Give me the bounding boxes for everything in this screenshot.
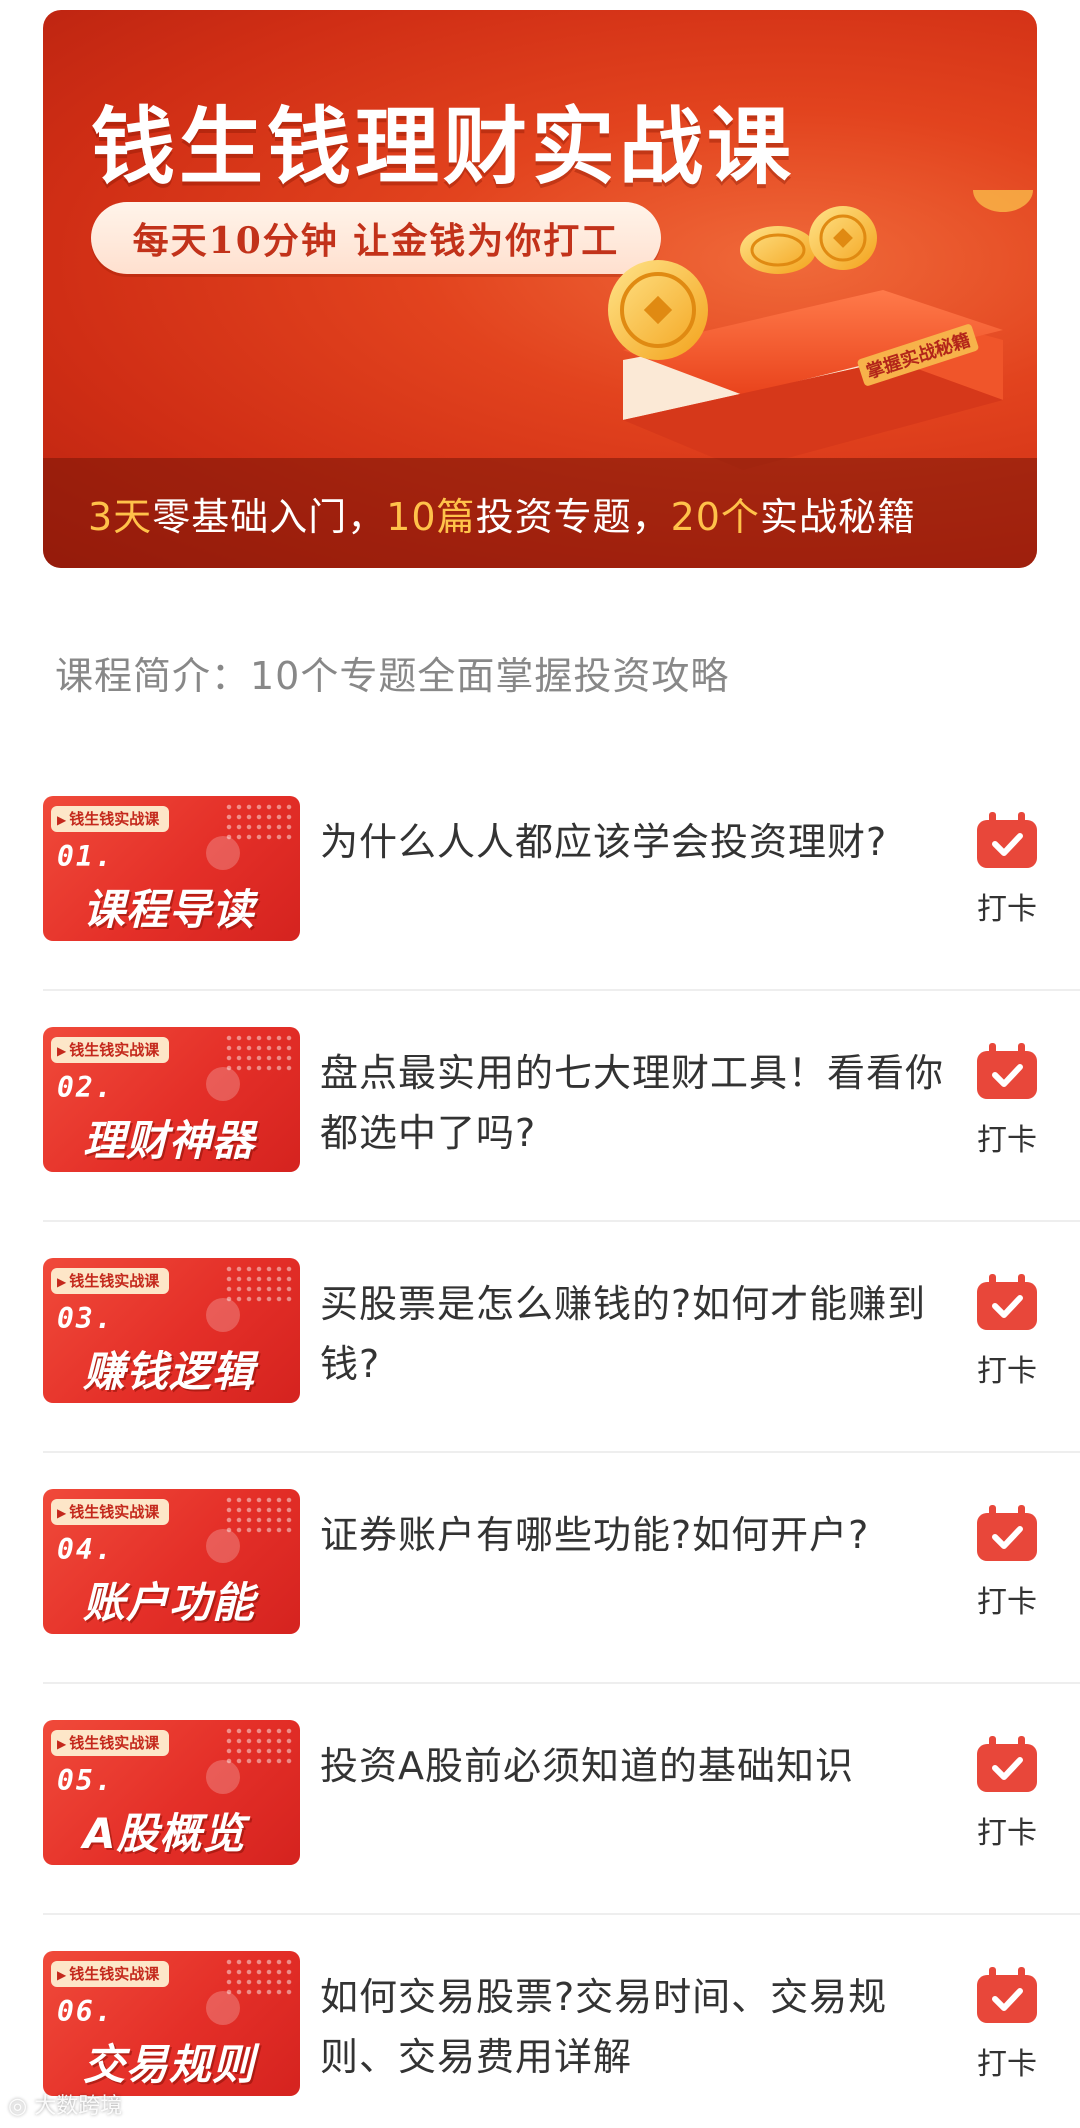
checkin-button[interactable]: 打卡 — [969, 1967, 1045, 2083]
lesson-title[interactable]: 如何交易股票?交易时间、交易规则、交易费用详解 — [320, 1967, 960, 2087]
checkin-label: 打卡 — [977, 1354, 1037, 1389]
lesson-tag: ▶ 钱生钱实战课 — [51, 1961, 170, 1987]
lesson-list: ▶ 钱生钱实战课 01. 课程导读 为什么人人都应该学会投资理财? 打卡 ▶ 钱生钱… — [43, 760, 1080, 2128]
lesson-thumb-title: 交易规则 — [83, 2040, 256, 2089]
calendar-check-icon — [977, 812, 1037, 868]
lesson-thumb-title: 理财神器 — [83, 1116, 256, 1165]
watermark: ◎ 大数跨境 — [8, 2094, 123, 2119]
play-icon: ▶ — [57, 1737, 67, 1751]
lesson-tag: ▶ 钱生钱实战课 — [51, 1037, 170, 1063]
calendar-check-icon — [977, 1043, 1037, 1099]
lesson-item[interactable]: ▶ 钱生钱实战课 02. 理财神器 盘点最实用的七大理财工具！看看你都选中了吗? … — [43, 991, 1080, 1222]
lesson-thumbnail[interactable]: ▶ 钱生钱实战课 05. A股概览 — [43, 1720, 300, 1865]
play-icon: ▶ — [57, 1044, 67, 1058]
lesson-thumbnail[interactable]: ▶ 钱生钱实战课 02. 理财神器 — [43, 1027, 300, 1172]
lesson-number: 05. — [57, 1764, 114, 1797]
course-banner[interactable]: 钱生钱理财实战课 每天10分钟 让金钱为你打工 掌握实战秘籍 3天 零基础入门，… — [43, 10, 1037, 568]
lesson-tag: ▶ 钱生钱实战课 — [51, 1730, 170, 1756]
coin-book-illustration: 掌握实战秘籍 — [608, 190, 1033, 470]
checkin-label: 打卡 — [977, 1123, 1037, 1158]
feature-highlight: 10篇 — [386, 494, 476, 539]
lesson-thumbnail[interactable]: ▶ 钱生钱实战课 06. 交易规则 — [43, 1951, 300, 2096]
play-icon: ▶ — [57, 1275, 67, 1289]
checkin-button[interactable]: 打卡 — [969, 812, 1045, 928]
lesson-tag: ▶ 钱生钱实战课 — [51, 1268, 170, 1294]
lesson-title[interactable]: 投资A股前必须知道的基础知识 — [320, 1736, 960, 1796]
play-icon: ▶ — [57, 1968, 67, 1982]
calendar-check-icon — [977, 1967, 1037, 2023]
watermark-logo-icon: ◎ — [8, 2094, 35, 2119]
feature-highlight: 20个 — [670, 494, 760, 539]
lesson-number: 04. — [57, 1533, 114, 1566]
feature-text: 零基础入门， — [152, 494, 387, 539]
calendar-check-icon — [977, 1274, 1037, 1330]
lesson-number: 02. — [57, 1071, 114, 1104]
checkin-label: 打卡 — [977, 1816, 1037, 1851]
checkin-button[interactable]: 打卡 — [969, 1274, 1045, 1390]
lesson-title[interactable]: 盘点最实用的七大理财工具！看看你都选中了吗? — [320, 1043, 960, 1163]
lesson-thumbnail[interactable]: ▶ 钱生钱实战课 04. 账户功能 — [43, 1489, 300, 1634]
lesson-thumb-title: A股概览 — [83, 1809, 246, 1858]
feature-text: 投资专题， — [475, 494, 671, 539]
lesson-title[interactable]: 买股票是怎么赚钱的?如何才能赚到钱? — [320, 1274, 960, 1394]
lesson-number: 01. — [57, 840, 114, 873]
lesson-title[interactable]: 证券账户有哪些功能?如何开户? — [320, 1505, 960, 1565]
lesson-tag: ▶ 钱生钱实战课 — [51, 1499, 170, 1525]
lesson-thumbnail[interactable]: ▶ 钱生钱实战课 03. 赚钱逻辑 — [43, 1258, 300, 1403]
lesson-title[interactable]: 为什么人人都应该学会投资理财? — [320, 812, 960, 872]
lesson-thumbnail[interactable]: ▶ 钱生钱实战课 01. 课程导读 — [43, 796, 300, 941]
banner-features: 3天 零基础入门， 10篇 投资专题， 20个 实战秘籍 — [43, 458, 1037, 568]
checkin-button[interactable]: 打卡 — [969, 1043, 1045, 1159]
lesson-item[interactable]: ▶ 钱生钱实战课 06. 交易规则 如何交易股票?交易时间、交易规则、交易费用详解… — [43, 1915, 1080, 2128]
lesson-number: 06. — [57, 1995, 114, 2028]
checkin-button[interactable]: 打卡 — [969, 1505, 1045, 1621]
calendar-check-icon — [977, 1505, 1037, 1561]
play-icon: ▶ — [57, 813, 67, 827]
calendar-check-icon — [977, 1736, 1037, 1792]
banner-title: 钱生钱理财实战课 — [91, 98, 796, 196]
feature-text: 实战秘籍 — [759, 494, 916, 539]
lesson-thumb-title: 账户功能 — [83, 1578, 256, 1627]
feature-highlight: 3天 — [88, 494, 153, 539]
lesson-item[interactable]: ▶ 钱生钱实战课 04. 账户功能 证券账户有哪些功能?如何开户? 打卡 — [43, 1453, 1080, 1684]
checkin-label: 打卡 — [977, 2047, 1037, 2082]
lesson-thumb-title: 赚钱逻辑 — [83, 1347, 256, 1396]
play-icon: ▶ — [57, 1506, 67, 1520]
checkin-label: 打卡 — [977, 1585, 1037, 1620]
checkin-button[interactable]: 打卡 — [969, 1736, 1045, 1852]
lesson-item[interactable]: ▶ 钱生钱实战课 03. 赚钱逻辑 买股票是怎么赚钱的?如何才能赚到钱? 打卡 — [43, 1222, 1080, 1453]
checkin-label: 打卡 — [977, 892, 1037, 927]
lesson-number: 03. — [57, 1302, 114, 1335]
lesson-item[interactable]: ▶ 钱生钱实战课 05. A股概览 投资A股前必须知道的基础知识 打卡 — [43, 1684, 1080, 1915]
course-intro: 课程简介：10个专题全面掌握投资攻略 — [55, 654, 730, 698]
lesson-item[interactable]: ▶ 钱生钱实战课 01. 课程导读 为什么人人都应该学会投资理财? 打卡 — [43, 760, 1080, 991]
lesson-thumb-title: 课程导读 — [83, 885, 256, 934]
lesson-tag: ▶ 钱生钱实战课 — [51, 806, 170, 832]
